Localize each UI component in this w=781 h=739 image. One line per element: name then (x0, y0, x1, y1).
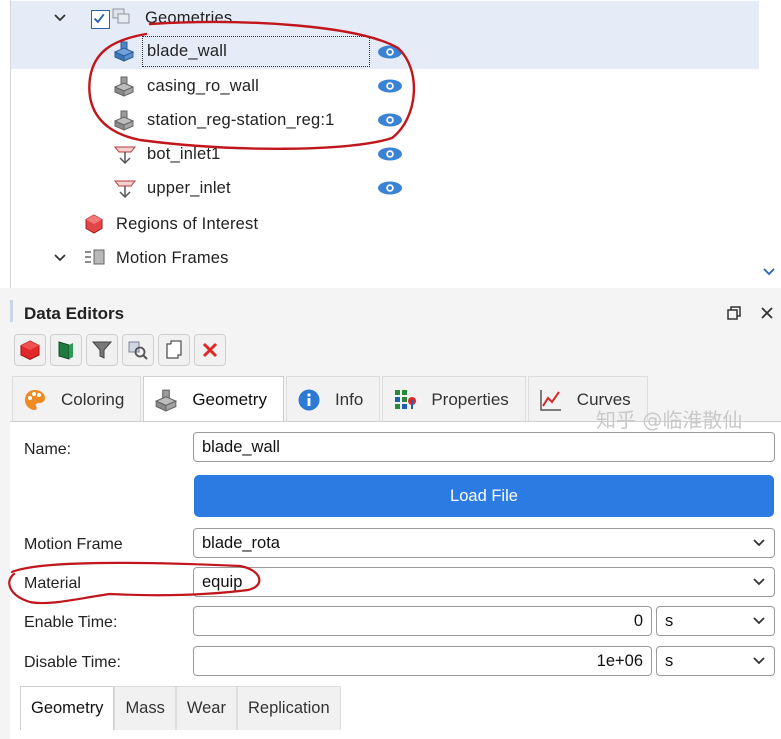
delete-x-icon (202, 342, 218, 358)
data-editors-header: Data Editors (10, 288, 781, 332)
search-icon (128, 341, 148, 360)
subtab-label: Wear (186, 699, 226, 717)
subtab-label: Mass (125, 699, 165, 717)
material-label: Material (24, 575, 81, 592)
subtab-geometry[interactable]: Geometry (20, 686, 115, 730)
geometry-tab-pane: Name: blade_wall Load File Motion Frame … (10, 421, 781, 739)
disable-time-label: Disable Time: (24, 654, 121, 671)
enable-time-unit: s (665, 611, 674, 630)
tab-info[interactable]: Info (285, 376, 381, 422)
tree-label-regions: Regions of Interest (116, 215, 259, 233)
load-file-button[interactable]: Load File (194, 475, 774, 517)
copy-icon (166, 340, 182, 359)
tree-item-label: upper_inlet (147, 179, 231, 197)
tree-node-motion-frames[interactable]: Motion Frames (11, 241, 779, 275)
tab-properties[interactable]: Properties (382, 376, 526, 422)
add-surface-button[interactable] (50, 334, 82, 366)
motion-frame-label: Motion Frame (24, 536, 123, 553)
subtab-replication[interactable]: Replication (236, 686, 341, 730)
scroll-down-icon[interactable] (762, 266, 776, 278)
inlet-icon (113, 180, 137, 199)
subtab-mass[interactable]: Mass (114, 686, 176, 730)
tab-label: Properties (431, 389, 509, 409)
tree-item-label: station_reg-station_reg:1 (147, 111, 335, 129)
panel-title: Data Editors (24, 304, 125, 323)
motion-frame-value: blade_rota (202, 533, 280, 552)
geometry-subtabs: Geometry Mass Wear Replication (20, 686, 341, 730)
chevron-down-icon (753, 617, 765, 625)
filter-icon (91, 341, 113, 359)
tab-label: Info (334, 389, 364, 409)
region-icon (85, 214, 103, 234)
tree-node-geometries[interactable]: Geometries (11, 1, 759, 35)
visibility-eye-icon[interactable] (377, 44, 403, 60)
editor-toolbar (14, 334, 226, 368)
subtab-label: Geometry (31, 699, 104, 717)
geometry-icon (155, 389, 178, 412)
find-button[interactable] (122, 334, 154, 366)
filter-button[interactable] (86, 334, 118, 366)
gray-part-icon (113, 76, 135, 97)
material-value: equip (202, 572, 243, 591)
load-file-label: Load File (450, 486, 518, 505)
header-accent (10, 300, 13, 322)
visibility-eye-icon[interactable] (377, 78, 403, 94)
disable-time-unit: s (665, 651, 674, 670)
chevron-down-icon[interactable] (53, 251, 67, 265)
watermark: 知乎 @临淮散仙 (596, 408, 743, 432)
name-input[interactable]: blade_wall (193, 432, 775, 462)
subtab-wear[interactable]: Wear (175, 686, 237, 730)
gray-part-icon (113, 110, 135, 131)
enable-time-input[interactable]: 0 (193, 606, 652, 636)
visibility-eye-icon[interactable] (377, 112, 403, 128)
tree-item-label: bot_inlet1 (147, 145, 221, 163)
editor-tabs: Coloring Geometry Info Properties Curves (12, 376, 650, 422)
focus-rectangle (142, 36, 370, 67)
palette-icon (25, 389, 45, 410)
check-icon (93, 13, 105, 24)
motion-frame-select[interactable]: blade_rota (193, 528, 775, 558)
data-editors-panel: Data Editors Coloring Geometry Info Prop… (0, 288, 781, 739)
copy-button[interactable] (158, 334, 190, 366)
geometries-folder-icon (112, 8, 130, 24)
disable-time-value: 1e+06 (596, 651, 643, 670)
tree-label-motion-frames: Motion Frames (116, 249, 229, 267)
properties-icon (395, 389, 417, 409)
red-cube-icon (20, 340, 40, 361)
geometry-tree: Geometries blade_wall casing_ro_wall sta… (0, 0, 781, 288)
enable-time-value: 0 (633, 611, 643, 630)
chevron-down-icon (753, 578, 765, 586)
tree-node-regions-of-interest[interactable]: Regions of Interest (11, 207, 779, 241)
motion-frame-icon (85, 249, 105, 265)
chevron-down-icon (753, 657, 765, 665)
visibility-eye-icon[interactable] (377, 146, 403, 162)
name-label: Name: (24, 441, 72, 458)
subtab-label: Replication (247, 699, 330, 717)
tree-label-geometries: Geometries (145, 9, 233, 27)
name-value: blade_wall (202, 437, 280, 456)
blue-part-icon (113, 41, 135, 62)
visibility-eye-icon[interactable] (377, 180, 403, 196)
enable-time-unit-select[interactable]: s (656, 606, 775, 636)
enable-time-label: Enable Time: (24, 614, 118, 631)
add-part-button[interactable] (14, 334, 46, 366)
tab-coloring[interactable]: Coloring (12, 376, 142, 422)
disable-time-input[interactable]: 1e+06 (193, 646, 652, 676)
chevron-down-icon[interactable] (53, 11, 67, 25)
tab-label: Geometry (192, 389, 267, 409)
tab-geometry[interactable]: Geometry (143, 376, 284, 422)
green-surface-icon (58, 341, 73, 360)
geometries-checkbox[interactable] (91, 10, 110, 29)
disable-time-unit-select[interactable]: s (656, 646, 775, 676)
tab-label: Coloring (61, 389, 125, 409)
info-icon (298, 389, 320, 410)
restore-window-icon[interactable] (725, 304, 743, 322)
chevron-down-icon (753, 539, 765, 547)
inlet-icon (113, 146, 137, 165)
close-icon[interactable] (758, 304, 776, 322)
material-select[interactable]: equip (193, 567, 775, 597)
curves-icon (540, 389, 561, 411)
tree-item-label: casing_ro_wall (147, 77, 259, 95)
delete-button[interactable] (194, 334, 226, 366)
